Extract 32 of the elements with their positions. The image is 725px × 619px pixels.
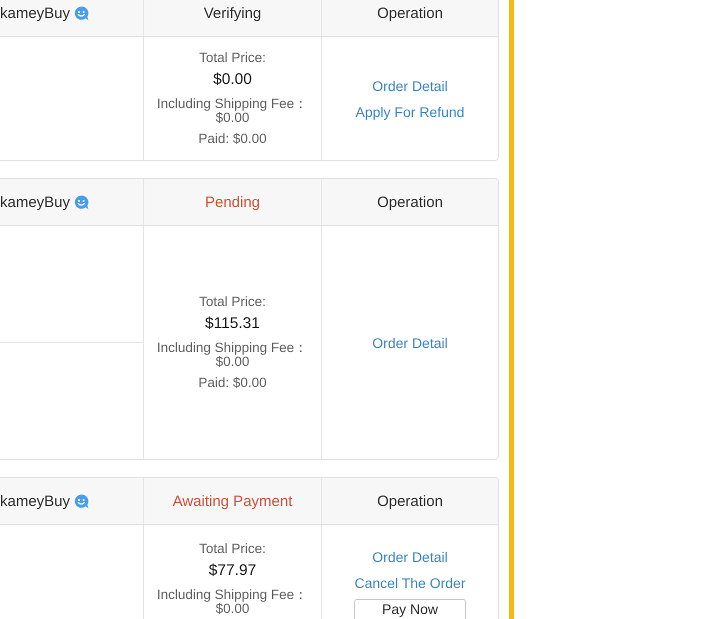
- shop-name: kameyBuy: [0, 4, 70, 22]
- shop-name: kameyBuy: [0, 194, 70, 210]
- shipping-fee-label: Including Shipping Fee：: [156, 588, 308, 602]
- chat-smiley-icon: [74, 6, 90, 20]
- total-price: $115.31: [205, 314, 260, 334]
- action-link[interactable]: Order Detail: [372, 546, 448, 566]
- column-header: Operation: [377, 4, 443, 22]
- total-price: $77.97: [208, 561, 256, 581]
- chat-smiley-icon: [74, 194, 90, 210]
- shipping-fee: $0.00: [216, 355, 250, 369]
- action-link[interactable]: Cancel The Order: [354, 572, 466, 592]
- order-status: Pending: [204, 194, 260, 210]
- total-price-label: Total Price:: [199, 293, 266, 311]
- action-link[interactable]: Order Detail: [372, 332, 448, 352]
- shipping-fee: $0.00: [216, 602, 250, 616]
- action-button[interactable]: Pay Now: [354, 598, 466, 619]
- paid-amount: Paid: $0.00: [198, 374, 267, 392]
- total-price-label: Total Price:: [199, 49, 266, 67]
- action-link[interactable]: Apply For Refund: [356, 102, 464, 122]
- shipping-fee: $0.00: [216, 111, 250, 125]
- shipping-fee-label: Including Shipping Fee：: [156, 97, 308, 111]
- order-status: Verifying: [204, 4, 262, 22]
- chat-smiley-icon: [74, 494, 90, 508]
- total-price: $0.00: [213, 70, 252, 90]
- action-link[interactable]: Order Detail: [372, 76, 448, 96]
- shipping-fee-label: Including Shipping Fee：: [156, 341, 308, 355]
- column-header: Operation: [377, 194, 443, 210]
- order-status: Awaiting Payment: [172, 492, 292, 510]
- total-price-label: Total Price:: [199, 540, 266, 558]
- paid-amount: Paid: $0.00: [198, 130, 267, 148]
- column-header: Operation: [377, 492, 443, 510]
- shop-name: kameyBuy: [0, 492, 70, 510]
